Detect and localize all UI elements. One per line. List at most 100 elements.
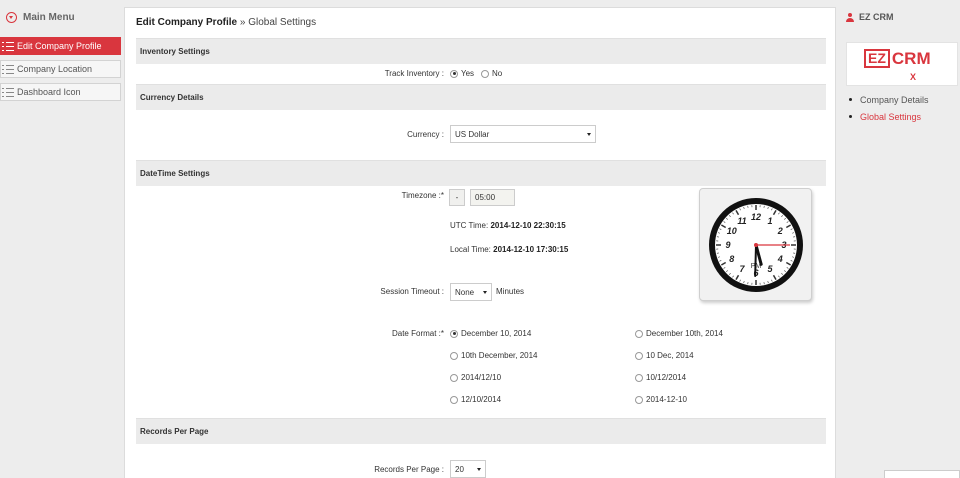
list-icon — [2, 41, 14, 51]
right-panel: EZ CRM EZ CRM X Company Details Global Se… — [837, 0, 960, 478]
clock-numeral: 11 — [737, 216, 746, 226]
utc-time-value: 2014-12-10 22:30:15 — [490, 221, 566, 230]
timezone-offset-field[interactable]: 05:00 — [470, 189, 515, 206]
date-format-option[interactable]: 2014-12-10 — [635, 395, 687, 404]
sidebar-item-label: Company Location — [17, 64, 93, 74]
list-icon — [2, 64, 14, 74]
utc-time-label: UTC Time: — [450, 221, 489, 230]
clock-numeral: 12 — [751, 212, 761, 222]
clock-numeral: 10 — [727, 226, 737, 236]
radio-label: 2014-12-10 — [646, 395, 687, 404]
link-global-settings[interactable]: Global Settings — [849, 108, 929, 125]
clock-numeral: 9 — [725, 240, 730, 250]
currency-value: US Dollar — [455, 129, 490, 139]
sidebar-item-edit-company-profile[interactable]: Edit Company Profile — [0, 37, 121, 55]
records-per-page-label: Records Per Page : — [374, 465, 444, 474]
currency-label: Currency : — [407, 130, 444, 139]
records-per-page-heading: Records Per Page — [136, 418, 826, 444]
records-per-page-select[interactable]: 20 — [450, 460, 486, 478]
breadcrumb-page: Global Settings — [248, 17, 317, 28]
radio-unchecked-icon[interactable] — [635, 373, 643, 382]
session-timeout-select[interactable]: None — [450, 283, 492, 301]
track-inventory-yes[interactable]: Yes — [450, 69, 474, 78]
logo-mark: X — [910, 72, 917, 82]
radio-label: 2014/12/10 — [461, 373, 502, 382]
main-menu-title: Main Menu — [23, 11, 75, 23]
radio-unchecked-icon[interactable] — [635, 395, 643, 404]
inventory-settings-heading: Inventory Settings — [136, 38, 826, 64]
user-menu[interactable]: EZ CRM — [846, 12, 894, 22]
clock-numeral: 1 — [767, 216, 772, 226]
logo-boxed-letters: EZ — [864, 49, 890, 68]
radio-unchecked-icon[interactable] — [450, 351, 458, 360]
user-icon — [846, 12, 854, 22]
local-time-label: Local Time: — [450, 245, 491, 254]
sidebar-item-company-location[interactable]: Company Location — [0, 60, 121, 78]
sidebar-item-label: Edit Company Profile — [17, 41, 102, 51]
sidebar-item-label: Dashboard Icon — [17, 87, 81, 97]
radio-label: December 10th, 2014 — [646, 329, 723, 338]
list-icon — [2, 87, 14, 97]
breadcrumb: Edit Company Profile » Global Settings — [136, 17, 316, 28]
radio-label: December 10, 2014 — [461, 329, 532, 338]
session-timeout-label: Session Timeout : — [380, 287, 444, 296]
radio-unchecked-icon[interactable] — [450, 395, 458, 404]
clock-numeral: 4 — [777, 254, 783, 264]
main-menu-sidebar: Main Menu Edit Company Profile Company L… — [0, 0, 124, 478]
link-company-details[interactable]: Company Details — [849, 91, 929, 108]
date-format-option[interactable]: December 10, 2014 — [450, 329, 531, 338]
logo-text: EZ CRM — [864, 49, 931, 68]
logo-word: CRM — [891, 48, 931, 68]
local-time-value: 2014-12-10 17:30:15 — [493, 245, 569, 254]
chevron-down-icon — [477, 468, 481, 471]
radio-label: 10/12/2014 — [646, 373, 687, 382]
radio-unchecked-icon[interactable] — [635, 329, 643, 338]
currency-details-heading: Currency Details — [136, 84, 826, 110]
date-format-option[interactable]: 12/10/2014 — [450, 395, 501, 404]
clock-numeral: 8 — [729, 254, 734, 264]
date-format-label: Date Format :* — [391, 329, 444, 338]
date-format-option[interactable]: 2014/12/10 — [450, 373, 501, 382]
user-name: EZ CRM — [859, 12, 894, 22]
radio-checked-icon[interactable] — [450, 329, 458, 338]
radio-checked-icon[interactable] — [450, 69, 458, 78]
company-logo: EZ CRM X — [846, 42, 958, 86]
clock-numeral: 2 — [777, 226, 783, 236]
track-inventory-no[interactable]: No — [481, 69, 502, 78]
utc-time-line: UTC Time: 2014-12-10 22:30:15 — [450, 221, 566, 230]
session-timeout-unit: Minutes — [496, 287, 525, 296]
datetime-settings-heading: DateTime Settings — [136, 160, 826, 186]
timezone-label: Timezone :* — [401, 191, 444, 200]
date-format-option[interactable]: 10 Dec, 2014 — [635, 351, 694, 360]
chevron-down-icon — [587, 133, 591, 136]
radio-label: Yes — [461, 69, 475, 78]
analog-clock: 121234567891011 PM — [699, 188, 812, 301]
radio-unchecked-icon[interactable] — [635, 351, 643, 360]
settings-links: Company Details Global Settings — [849, 91, 929, 125]
clock-face-icon: 121234567891011 PM — [709, 198, 803, 292]
date-format-option[interactable]: December 10th, 2014 — [635, 329, 723, 338]
date-format-option[interactable]: 10/12/2014 — [635, 373, 686, 382]
collapse-circle-icon[interactable] — [6, 11, 17, 23]
radio-label: No — [492, 69, 503, 78]
timezone-sign-button[interactable]: - — [449, 189, 465, 206]
breadcrumb-section[interactable]: Edit Company Profile — [136, 17, 237, 28]
track-inventory-label: Track Inventory : — [384, 69, 444, 78]
scroll-to-top-button[interactable] — [884, 470, 960, 478]
date-format-option[interactable]: 10th December, 2014 — [450, 351, 538, 360]
clock-minute-hand — [754, 244, 757, 277]
session-timeout-value: None — [455, 287, 475, 297]
breadcrumb-separator: » — [237, 17, 249, 28]
local-time-line: Local Time: 2014-12-10 17:30:15 — [450, 245, 568, 254]
records-per-page-value: 20 — [455, 464, 464, 474]
radio-unchecked-icon[interactable] — [450, 373, 458, 382]
currency-select[interactable]: US Dollar — [450, 125, 596, 143]
settings-panel: Edit Company Profile » Global Settings I… — [124, 7, 836, 478]
radio-label: 10 Dec, 2014 — [646, 351, 694, 360]
radio-label: 12/10/2014 — [461, 395, 502, 404]
sidebar-item-dashboard-icon[interactable]: Dashboard Icon — [0, 83, 121, 101]
radio-label: 10th December, 2014 — [461, 351, 538, 360]
radio-unchecked-icon[interactable] — [481, 69, 489, 78]
chevron-down-icon — [483, 291, 487, 294]
main-menu-header[interactable]: Main Menu — [6, 10, 75, 24]
